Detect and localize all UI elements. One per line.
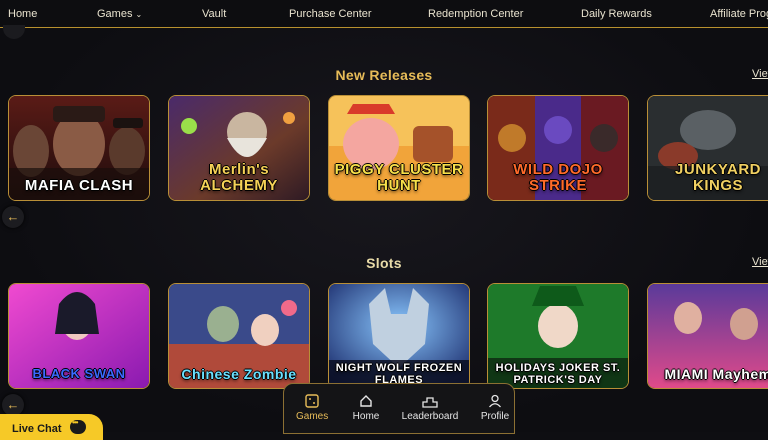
top-navigation: Home Games ⌄ Vault Purchase Center Redemp… [0, 0, 768, 28]
nav-vault[interactable]: Vault [202, 8, 226, 20]
previous-arrow-button[interactable]: ← [2, 206, 24, 228]
section-title-new-releases: New Releases [335, 67, 433, 83]
view-all-new-releases[interactable]: View All [752, 68, 768, 80]
game-card[interactable]: JUNKYARD KINGS [647, 95, 768, 201]
nav-redemption-center[interactable]: Redemption Center [428, 8, 523, 20]
game-card[interactable]: MIAMI Mayhem [647, 283, 768, 389]
game-card[interactable]: BLACK SWAN [8, 283, 150, 389]
bottom-nav-label: Games [296, 411, 329, 422]
game-card[interactable]: NIGHT WOLF FROZEN FLAMES [328, 283, 470, 389]
game-title: JUNKYARD KINGS [675, 161, 761, 194]
bottom-nav-label: Home [352, 411, 380, 422]
bottom-nav-leaderboard[interactable]: Leaderboard [400, 394, 460, 422]
nav-purchase-center[interactable]: Purchase Center [289, 8, 372, 20]
chevron-down-icon: ⌄ [135, 10, 143, 19]
live-chat-label: Live Chat [12, 423, 62, 435]
nav-home[interactable]: Home [8, 8, 37, 20]
game-title: Merlin's ALCHEMY [200, 161, 278, 194]
bottom-navigation: Games Home Leaderboard Profile [283, 383, 515, 434]
dice-icon [305, 394, 319, 408]
previous-arrow-button[interactable]: ← [2, 394, 24, 416]
bottom-nav-profile[interactable]: Profile [480, 394, 510, 422]
game-card[interactable]: Merlin's ALCHEMY [168, 95, 310, 201]
bottom-nav-home[interactable]: Home [350, 394, 382, 422]
home-icon [360, 395, 372, 407]
bottom-nav-games[interactable]: Games [296, 394, 328, 422]
nav-daily-rewards[interactable]: Daily Rewards [581, 8, 652, 20]
game-card[interactable]: MAFIA CLASH [8, 95, 150, 201]
game-title: HOLIDAYS JOKER ST. PATRICK'S DAY [495, 362, 621, 386]
bottom-nav-label: Profile [480, 411, 510, 422]
live-chat-button[interactable]: Live Chat [0, 414, 103, 440]
view-all-slots[interactable]: View All [752, 256, 768, 268]
arrow-left-icon: ← [6, 397, 20, 412]
game-row-new-releases: MAFIA CLASH Merlin's ALCHEMY PIGGY CLUST… [0, 95, 768, 201]
game-card[interactable]: WILD DOJO STRIKE [487, 95, 629, 201]
bottom-nav-label: Leaderboard [401, 411, 459, 422]
game-card[interactable]: Chinese Zombie [168, 283, 310, 389]
user-icon [489, 394, 501, 408]
game-title: MAFIA CLASH [24, 177, 134, 194]
nav-games-label: Games [97, 8, 133, 20]
section-title-slots: Slots [366, 255, 402, 271]
nav-affiliate-program[interactable]: Affiliate Prog [710, 8, 768, 20]
game-title: WILD DOJO STRIKE [513, 161, 603, 194]
game-title: PIGGY CLUSTER HUNT [334, 161, 464, 194]
nav-games[interactable]: Games ⌄ [97, 8, 142, 20]
arrow-left-icon: ← [6, 209, 20, 224]
game-title: Chinese Zombie [181, 366, 297, 382]
podium-icon [422, 397, 438, 408]
game-title: BLACK SWAN [32, 366, 126, 381]
game-title: MIAMI Mayhem [664, 366, 768, 382]
game-card[interactable]: PIGGY CLUSTER HUNT [328, 95, 470, 201]
game-card[interactable]: HOLIDAYS JOKER ST. PATRICK'S DAY [487, 283, 629, 389]
game-row-slots: BLACK SWAN Chinese Zombie NIGHT WOLF FRO… [0, 283, 768, 389]
